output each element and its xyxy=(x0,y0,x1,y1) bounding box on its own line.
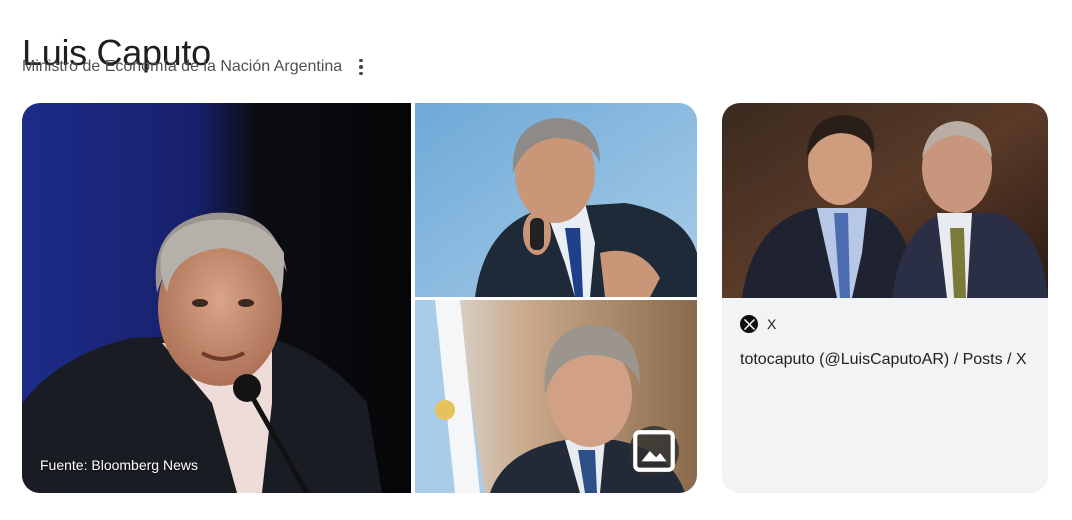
image-icon xyxy=(633,430,675,472)
result-title[interactable]: totocaputo (@LuisCaputoAR) / Posts / X xyxy=(740,347,1030,372)
subtitle-row: Ministro de Economía de la Nación Argent… xyxy=(22,56,368,78)
result-thumbnail-image xyxy=(722,103,1048,298)
main-photo[interactable]: Fuente: Bloomberg News xyxy=(22,103,411,493)
result-source-name: X xyxy=(767,316,777,332)
photo-portrait[interactable] xyxy=(415,300,697,493)
image-gallery: Fuente: Bloomberg News xyxy=(22,103,697,493)
more-options-button[interactable] xyxy=(354,56,368,78)
result-thumbnail xyxy=(722,103,1048,298)
more-vert-dot xyxy=(359,71,363,76)
result-source: X xyxy=(740,315,776,333)
main-photo-image xyxy=(22,103,411,493)
photo-caption: Fuente: Bloomberg News xyxy=(40,457,198,473)
x-logo-icon xyxy=(740,315,758,333)
x-logo-glyph xyxy=(743,318,755,330)
entity-subtitle: Ministro de Economía de la Nación Argent… xyxy=(22,58,343,75)
more-vert-dot xyxy=(359,65,363,69)
result-card[interactable]: X totocaputo (@LuisCaputoAR) / Posts / X xyxy=(722,103,1048,493)
photo-speaking[interactable] xyxy=(415,103,697,297)
view-images-button[interactable] xyxy=(629,426,679,476)
photo-speaking-image xyxy=(415,103,697,297)
more-vert-icon xyxy=(359,58,363,63)
